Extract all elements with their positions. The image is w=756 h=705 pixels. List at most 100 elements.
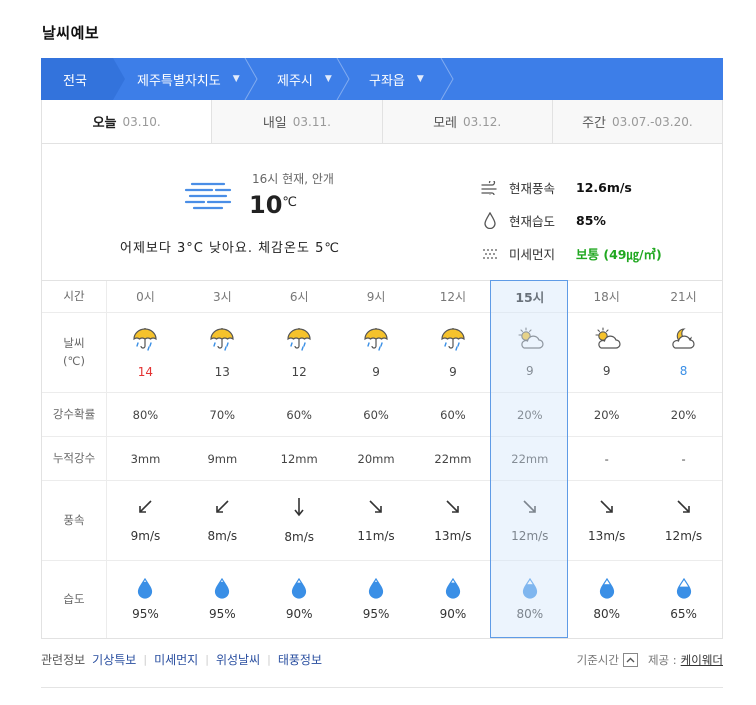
region-breadcrumb: 전국 제주특별자치도 ▼ 제주시 ▼ 구좌읍 ▼	[41, 58, 723, 100]
temperature: 14	[137, 365, 154, 379]
breadcrumb-item-town[interactable]: 구좌읍 ▼	[347, 58, 454, 100]
wind-cell: 13m/s	[415, 481, 492, 560]
precip-prob-cell: 60%	[338, 393, 415, 436]
breadcrumb-item-province[interactable]: 제주특별자치도 ▼	[113, 58, 258, 100]
fog-icon	[184, 182, 232, 210]
arrow-down-right-icon	[598, 498, 616, 519]
humidity-cell: 95%	[184, 561, 261, 638]
row-label-accum: 누적강수	[42, 437, 107, 480]
droplet-icon	[214, 577, 230, 602]
humidity: 95%	[362, 607, 390, 621]
hour-label: 6시	[289, 290, 309, 304]
tab-label: 모레	[433, 116, 457, 131]
chevron-down-icon: ▼	[416, 74, 424, 84]
breadcrumb-item-country[interactable]: 전국	[41, 58, 125, 100]
link-typhoon[interactable]: 태풍정보	[278, 651, 322, 668]
row-label-time: 시간	[42, 281, 107, 312]
precip-accum: 22mm	[434, 451, 472, 466]
rain-umbrella-icon	[132, 326, 158, 355]
humidity-label: 현재습도	[509, 214, 556, 229]
footer: 관련정보 기상특보 | 미세먼지 | 위성날씨 | 태풍정보 기준시간 제공 :…	[41, 651, 723, 668]
row-label-weather: 날씨 (℃)	[42, 313, 107, 392]
link-fine-dust[interactable]: 미세먼지	[154, 651, 198, 668]
humidity: 95%	[208, 607, 236, 621]
dust-icon	[479, 245, 501, 263]
humidity: 90%	[439, 607, 467, 621]
temperature: 9	[602, 364, 611, 378]
tab-weekly[interactable]: 주간 03.07.-03.20.	[551, 100, 722, 143]
hourly-forecast-table: 시간 0시 3시 6시 9시 12시 15시 18시 21시 날씨 (℃) 14 13 12 9 9 9 9…	[41, 281, 723, 639]
breadcrumb-label: 제주특별자치도	[137, 73, 221, 89]
related-label: 관련정보	[41, 653, 86, 667]
rain-umbrella-icon	[209, 326, 235, 355]
wind-cell: 8m/s	[184, 481, 261, 560]
humidity-cell: 90%	[261, 561, 338, 638]
precip-prob: 70%	[209, 407, 236, 422]
tab-label: 오늘	[92, 116, 117, 131]
tab-date: 03.07.-03.20.	[612, 114, 693, 129]
link-weather-alert[interactable]: 기상특보	[92, 651, 136, 668]
precip-accum: 3mm	[130, 451, 161, 466]
wind-speed: 8m/s	[284, 530, 314, 544]
precip-prob-cell: 80%	[107, 393, 184, 436]
droplet-icon	[676, 577, 692, 602]
precip-accum-cell: -	[568, 437, 645, 480]
precip-accum: -	[604, 451, 609, 466]
humidity-cell: 90%	[415, 561, 492, 638]
precip-accum-cell: -	[645, 437, 722, 480]
humidity-row: 습도 95% 95% 90% 95% 90% 80% 80% 65%	[42, 561, 722, 638]
wind-label: 현재풍속	[509, 181, 556, 196]
divider	[41, 687, 723, 688]
row-label-wind: 풍속	[42, 481, 107, 560]
droplet-icon	[479, 212, 501, 230]
tab-day-after[interactable]: 모레 03.12.	[381, 100, 552, 143]
wind-cell: 8m/s	[261, 481, 338, 560]
humidity: 65%	[670, 607, 697, 621]
arrow-down-right-icon	[367, 498, 385, 519]
precip-accum: 20mm	[357, 451, 395, 466]
link-satellite[interactable]: 위성날씨	[216, 651, 260, 668]
arrow-down-left-icon	[136, 498, 154, 519]
wind-cell: 12m/s	[491, 481, 568, 560]
link-divider: |	[205, 653, 209, 666]
weather-row: 날씨 (℃) 14 13 12 9 9 9 9 8	[42, 313, 722, 393]
breadcrumb-label: 제주시	[277, 73, 313, 89]
humidity-value: 85%	[576, 213, 606, 228]
current-dust-row: 미세먼지 보통 (49㎍/㎥)	[479, 237, 662, 270]
tab-tomorrow[interactable]: 내일 03.11.	[211, 100, 382, 143]
precip-accum-cell: 20mm	[338, 437, 415, 480]
precip-accum: 9mm	[207, 451, 238, 466]
provider-label: 제공 :	[647, 652, 677, 667]
wind-speed: 12m/s	[511, 529, 549, 543]
arrow-down-right-icon	[675, 498, 693, 519]
current-weather-panel: 16시 현재, 안개 10℃ 어제보다 3°C 낮아요. 체감온도 5℃ 현재풍…	[41, 144, 723, 281]
precip-prob-cell: 20%	[491, 393, 568, 436]
arrow-down-icon	[290, 497, 308, 520]
hour-cell: 3시	[184, 281, 261, 312]
arrow-down-right-icon	[521, 498, 539, 519]
weather-cell: 8	[645, 313, 722, 392]
temperature: 8	[679, 364, 688, 378]
breadcrumb-item-city[interactable]: 제주시 ▼	[255, 58, 350, 100]
tab-date: 03.10.	[122, 114, 161, 129]
precip-prob: 60%	[363, 407, 389, 422]
temperature: 9	[449, 365, 457, 379]
tab-today[interactable]: 오늘 03.10.	[42, 100, 212, 143]
weather-cell: 9	[491, 313, 568, 392]
precip-prob: 60%	[286, 407, 312, 422]
precip-accum: 22mm	[511, 451, 549, 466]
hour-label: 0시	[136, 290, 155, 304]
hour-label: 12시	[439, 290, 467, 304]
precip-prob-cell: 60%	[415, 393, 492, 436]
precip-prob-cell: 60%	[261, 393, 338, 436]
chevron-up-icon	[626, 657, 635, 662]
page-title: 날씨예보	[42, 24, 100, 42]
weather-cell: 13	[184, 313, 261, 392]
row-label-prob: 강수확률	[42, 393, 107, 436]
base-time-toggle[interactable]	[622, 652, 638, 667]
droplet-icon	[137, 577, 153, 602]
current-wind-row: 현재풍속 12.6m/s	[479, 171, 662, 204]
precip-accum-cell: 12mm	[261, 437, 338, 480]
wind-speed: 8m/s	[207, 529, 238, 543]
provider-link[interactable]: 케이웨더	[681, 652, 723, 668]
